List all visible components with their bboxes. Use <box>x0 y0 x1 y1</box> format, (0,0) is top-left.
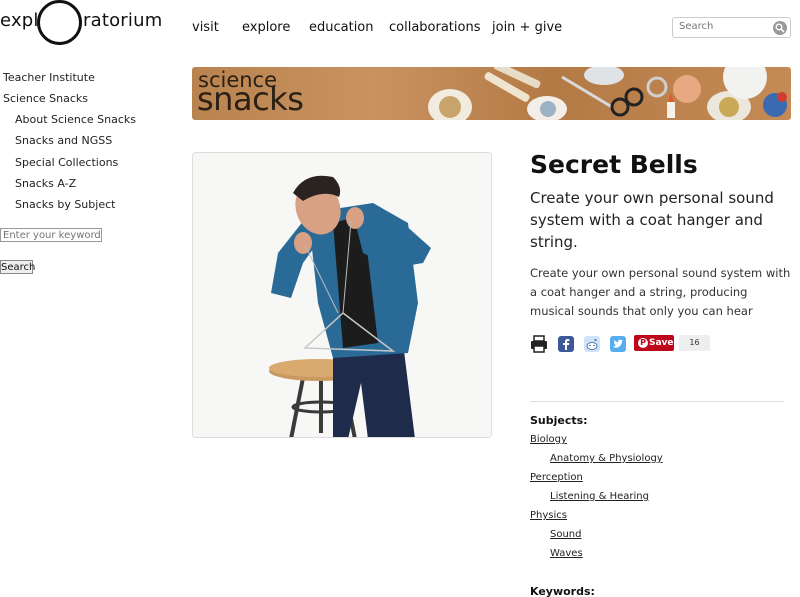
reddit-icon[interactable] <box>583 335 601 353</box>
subjects-heading: Subjects: <box>530 414 588 427</box>
subject-link-listening-hearing[interactable]: Listening & Hearing <box>550 491 649 502</box>
science-snacks-banner: science snacks <box>192 67 791 120</box>
page-description: Create your own personal sound system wi… <box>530 266 791 318</box>
page-title: Secret Bells <box>530 150 698 179</box>
keyword-search-button[interactable]: Search <box>0 260 35 274</box>
search-icon[interactable] <box>773 21 787 35</box>
logo-ring-icon <box>37 0 82 45</box>
secret-bells-photo <box>192 152 492 438</box>
sidebar-item-special-collections[interactable]: Special Collections <box>15 156 118 169</box>
pinterest-icon: P <box>638 338 648 348</box>
keywords-heading: Keywords: <box>530 585 595 597</box>
exploratorium-logo[interactable]: expl ratorium <box>0 0 163 46</box>
banner-craft-supplies-image <box>428 67 787 120</box>
sidebar-item-about-science-snacks[interactable]: About Science Snacks <box>15 113 136 126</box>
sidebar-item-teacher-institute[interactable]: Teacher Institute <box>3 71 95 84</box>
pinterest-save-button[interactable]: P Save <box>634 335 674 351</box>
logo-text-left: expl <box>0 10 39 31</box>
page-subtitle: Create your own personal sound system wi… <box>530 189 774 251</box>
nav-visit[interactable]: visit <box>192 20 219 35</box>
site-search-input[interactable] <box>679 21 769 32</box>
subject-link-biology[interactable]: Biology <box>530 434 567 445</box>
print-icon[interactable] <box>530 335 548 353</box>
pinterest-save-label: Save <box>649 338 674 348</box>
pinterest-save-count: 16 <box>679 335 710 351</box>
facebook-icon[interactable] <box>557 335 575 353</box>
subject-link-perception[interactable]: Perception <box>530 472 583 483</box>
nav-collaborations[interactable]: collaborations <box>389 20 480 35</box>
sidebar-item-snacks-a-z[interactable]: Snacks A-Z <box>15 177 76 190</box>
nav-join-give[interactable]: join + give <box>492 20 562 35</box>
keyword-search-input[interactable] <box>0 228 102 242</box>
subject-link-sound[interactable]: Sound <box>550 529 582 540</box>
subject-link-waves[interactable]: Waves <box>550 548 583 559</box>
subject-link-anatomy-physiology[interactable]: Anatomy & Physiology <box>550 453 663 464</box>
nav-education[interactable]: education <box>309 20 374 35</box>
section-divider <box>530 401 784 402</box>
nav-explore[interactable]: explore <box>242 20 290 35</box>
twitter-icon[interactable] <box>609 335 627 353</box>
person-listening-image <box>193 153 491 437</box>
sidebar-item-snacks-by-subject[interactable]: Snacks by Subject <box>15 198 115 211</box>
site-search <box>672 17 791 38</box>
sidebar-item-snacks-and-ngss[interactable]: Snacks and NGSS <box>15 134 112 147</box>
sidebar-item-science-snacks[interactable]: Science Snacks <box>3 92 88 105</box>
subject-link-physics[interactable]: Physics <box>530 510 567 521</box>
logo-text-right: ratorium <box>83 10 163 31</box>
